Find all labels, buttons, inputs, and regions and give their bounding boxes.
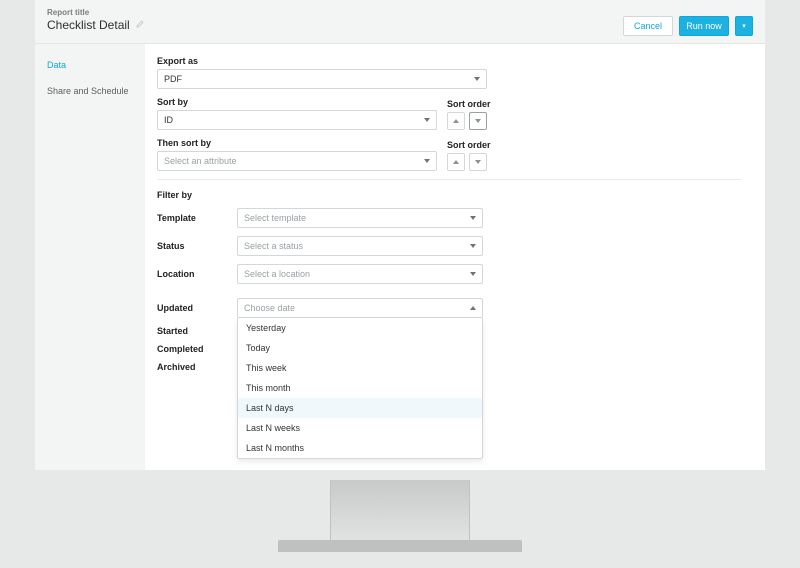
date-option-this-month[interactable]: This month	[238, 378, 482, 398]
report-title-value[interactable]: Checklist Detail	[47, 18, 623, 32]
chevron-down-icon	[424, 118, 430, 122]
report-title-label: Report title	[47, 8, 623, 17]
filter-label-started: Started	[157, 326, 237, 336]
then-sort-desc-button[interactable]	[469, 153, 487, 171]
pencil-icon[interactable]	[136, 20, 144, 31]
filter-label-archived: Archived	[157, 362, 237, 372]
filter-placeholder-location: Select a location	[244, 269, 310, 279]
title-block: Report title Checklist Detail	[47, 8, 623, 32]
chevron-down-icon	[474, 77, 480, 81]
run-now-caret-button[interactable]: ▾	[735, 16, 753, 36]
then-sort-order-label: Sort order	[447, 140, 491, 150]
filter-label-status: Status	[157, 241, 237, 251]
cancel-button[interactable]: Cancel	[623, 16, 673, 36]
filter-label-location: Location	[157, 269, 237, 279]
date-option-this-week[interactable]: This week	[238, 358, 482, 378]
triangle-down-icon	[475, 160, 481, 164]
run-now-button[interactable]: Run now	[679, 16, 729, 36]
triangle-up-icon	[453, 160, 459, 164]
sidebar-item-share[interactable]: Share and Schedule	[35, 78, 145, 104]
filter-placeholder-status: Select a status	[244, 241, 303, 251]
main-panel: Export as PDF Sort by ID	[145, 44, 765, 470]
sidebar: Data Share and Schedule	[35, 44, 145, 470]
chevron-down-icon	[470, 216, 476, 220]
date-option-today[interactable]: Today	[238, 338, 482, 358]
sort-asc-button[interactable]	[447, 112, 465, 130]
sort-by-value: ID	[164, 115, 173, 125]
chevron-down-icon	[470, 244, 476, 248]
chevron-down-icon: ▾	[742, 22, 746, 30]
then-sort-by-label: Then sort by	[157, 138, 437, 148]
report-title-text: Checklist Detail	[47, 18, 130, 32]
filter-label-template: Template	[157, 213, 237, 223]
chevron-up-icon	[470, 306, 476, 310]
triangle-up-icon	[453, 119, 459, 123]
sort-desc-button[interactable]	[469, 112, 487, 130]
filter-by-label: Filter by	[157, 190, 741, 200]
sort-by-label: Sort by	[157, 97, 437, 107]
chevron-down-icon	[424, 159, 430, 163]
sort-order-label: Sort order	[447, 99, 491, 109]
then-sort-by-placeholder: Select an attribute	[164, 156, 237, 166]
export-as-select[interactable]: PDF	[157, 69, 487, 89]
date-option-last-n-months[interactable]: Last N months	[238, 438, 482, 458]
filter-label-completed: Completed	[157, 344, 237, 354]
filter-select-template[interactable]: Select template	[237, 208, 483, 228]
export-as-value: PDF	[164, 74, 182, 84]
chevron-down-icon	[470, 272, 476, 276]
date-option-last-n-days[interactable]: Last N days	[238, 398, 482, 418]
updated-dropdown-menu: Yesterday Today This week This month Las…	[237, 318, 483, 459]
export-as-label: Export as	[157, 56, 487, 66]
topbar: Report title Checklist Detail Cancel Run…	[35, 0, 765, 44]
filter-select-status[interactable]: Select a status	[237, 236, 483, 256]
date-option-last-n-weeks[interactable]: Last N weeks	[238, 418, 482, 438]
sidebar-item-data[interactable]: Data	[35, 52, 145, 78]
filter-select-updated[interactable]: Choose date	[237, 298, 483, 318]
filter-label-updated: Updated	[157, 303, 237, 313]
sort-by-select[interactable]: ID	[157, 110, 437, 130]
then-sort-asc-button[interactable]	[447, 153, 465, 171]
triangle-down-icon	[475, 119, 481, 123]
date-option-yesterday[interactable]: Yesterday	[238, 318, 482, 338]
then-sort-by-select[interactable]: Select an attribute	[157, 151, 437, 171]
filter-select-location[interactable]: Select a location	[237, 264, 483, 284]
filter-placeholder-template: Select template	[244, 213, 306, 223]
divider	[157, 179, 741, 180]
filter-placeholder-updated: Choose date	[244, 303, 295, 313]
top-actions: Cancel Run now ▾	[623, 16, 753, 36]
